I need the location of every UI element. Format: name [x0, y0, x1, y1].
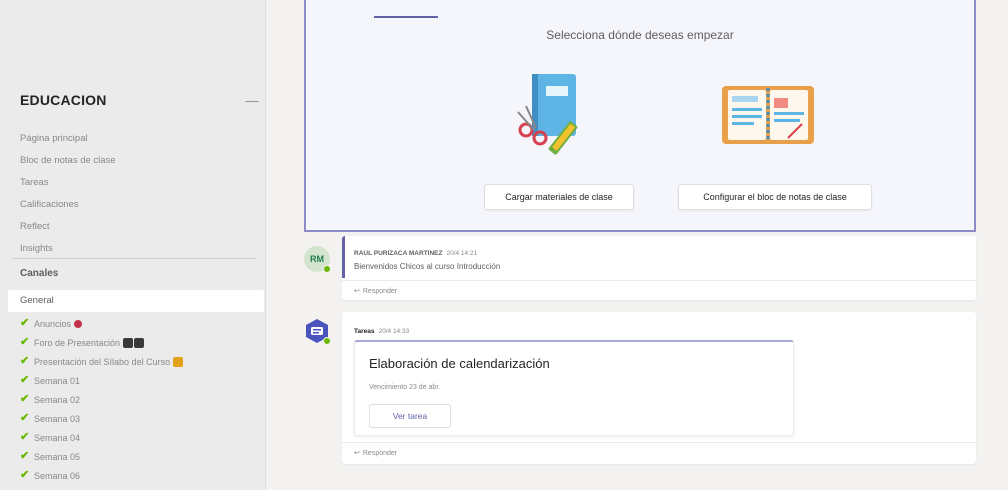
- channel-item[interactable]: ✔ Presentación del Sílabo del Curso: [20, 352, 184, 371]
- channel-item[interactable]: ✔ Anuncios: [20, 314, 183, 333]
- channel-item[interactable]: ✔ Semana 03: [20, 409, 183, 428]
- presence-indicator: [323, 337, 331, 345]
- message-post: RAUL PURIZACA MARTINEZ 20/4 14:21 Bienven…: [342, 236, 976, 300]
- nav-item-grades[interactable]: Calificaciones: [20, 194, 116, 216]
- reply-icon: ↩: [354, 288, 360, 295]
- check-icon: ✔: [20, 469, 30, 481]
- team-header[interactable]: EDUCACION —: [20, 92, 260, 108]
- clipboard-icon: [173, 356, 184, 367]
- channel-label: Foro de Presentación: [34, 337, 121, 348]
- assignments-bot-avatar[interactable]: [304, 318, 331, 345]
- team-nav: Página principal Bloc de notas de clase …: [20, 128, 116, 260]
- channel-label: Semana 05: [34, 451, 81, 462]
- check-icon: ✔: [20, 450, 30, 462]
- presence-indicator: [323, 265, 331, 273]
- author-name: RAUL PURIZACA MARTINEZ: [354, 250, 443, 257]
- welcome-card: Selecciona dónde deseas empezar Cargar m…: [304, 0, 976, 232]
- reply-label: Responder: [362, 450, 398, 457]
- channel-general[interactable]: General: [8, 290, 264, 312]
- tab-indicator: [374, 16, 438, 18]
- reply-label: Responder: [362, 288, 398, 295]
- megaphone-icon: [74, 319, 83, 328]
- reply-divider: [342, 280, 976, 281]
- sidebar-divider: [12, 258, 257, 259]
- assignment-due-date: Vencimiento 23 de abr.: [369, 384, 441, 391]
- reply-link[interactable]: ↩ Responder: [354, 287, 397, 295]
- check-icon: ✔: [20, 431, 30, 443]
- message-post: Tareas 20/4 14:33 Elaboración de calendar…: [342, 312, 976, 464]
- nav-item-assignments[interactable]: Tareas: [20, 172, 116, 194]
- upload-materials-button[interactable]: Cargar materiales de clase: [484, 184, 634, 210]
- channels-title: Canales: [20, 268, 59, 279]
- author-name: Tareas: [354, 328, 375, 335]
- channel-label: Anuncios: [34, 318, 72, 329]
- assignment-card[interactable]: Elaboración de calendarización Vencimien…: [354, 340, 794, 436]
- nav-item-insights[interactable]: Insights: [20, 238, 116, 260]
- main-content: Selecciona dónde deseas empezar Cargar m…: [266, 0, 1008, 490]
- assignment-title: Elaboración de calendarización: [369, 356, 550, 371]
- class-materials-illustration: [517, 74, 578, 155]
- team-name: EDUCACION: [20, 92, 107, 108]
- channel-label: Semana 04: [34, 432, 81, 443]
- channel-label: Presentación del Sílabo del Curso: [34, 356, 171, 367]
- channel-label: Semana 02: [34, 394, 81, 405]
- channel-item[interactable]: ✔ Semana 05: [20, 447, 183, 466]
- nav-item-reflect[interactable]: Reflect: [20, 216, 116, 238]
- check-icon: ✔: [20, 336, 30, 348]
- message-text: Bienvenidos Chicos al curso Introducción: [354, 262, 501, 271]
- message-accent-bar: [342, 236, 345, 278]
- avatar[interactable]: RM: [304, 246, 331, 273]
- channel-item[interactable]: ✔ Foro de Presentación: [20, 333, 183, 352]
- avatar-initials: RM: [310, 254, 324, 264]
- channel-label: Semana 03: [34, 413, 81, 424]
- check-icon: ✔: [20, 374, 30, 386]
- reply-link[interactable]: ↩ Responder: [354, 449, 397, 457]
- class-notebook-illustration: [722, 86, 814, 144]
- check-icon: ✔: [20, 412, 30, 424]
- reply-icon: ↩: [354, 450, 360, 457]
- channel-item[interactable]: ✔ Semana 04: [20, 428, 183, 447]
- message-author: RAUL PURIZACA MARTINEZ 20/4 14:21: [354, 250, 477, 257]
- check-icon: ✔: [20, 355, 30, 367]
- sidebar: EDUCACION — Página principal Bloc de not…: [0, 0, 266, 490]
- nav-item-home[interactable]: Página principal: [20, 128, 116, 150]
- message-time: 20/4 14:33: [378, 328, 410, 335]
- nav-item-class-notebook[interactable]: Bloc de notas de clase: [20, 150, 116, 172]
- view-assignment-button[interactable]: Ver tarea: [369, 404, 451, 428]
- channel-item[interactable]: ✔ Semana 01: [20, 371, 183, 390]
- check-icon: ✔: [20, 317, 30, 329]
- reply-divider: [342, 442, 976, 443]
- check-icon: ✔: [20, 393, 30, 405]
- setup-notebook-button[interactable]: Configurar el bloc de notas de clase: [678, 184, 872, 210]
- people-icon: [123, 337, 134, 348]
- welcome-title: Selecciona dónde deseas empezar: [546, 28, 734, 42]
- channel-list: ✔ Anuncios ✔ Foro de Presentación ✔ Pres…: [20, 314, 184, 485]
- message-time: 20/4 14:21: [446, 250, 478, 257]
- channel-item[interactable]: ✔ Semana 02: [20, 390, 183, 409]
- people-icon: [134, 337, 145, 348]
- message-author: Tareas 20/4 14:33: [354, 328, 409, 335]
- channel-label: Semana 01: [34, 375, 81, 386]
- channel-label: Semana 06: [34, 470, 81, 481]
- ellipsis-icon[interactable]: —: [244, 93, 260, 108]
- channel-item[interactable]: ✔ Semana 06: [20, 466, 183, 485]
